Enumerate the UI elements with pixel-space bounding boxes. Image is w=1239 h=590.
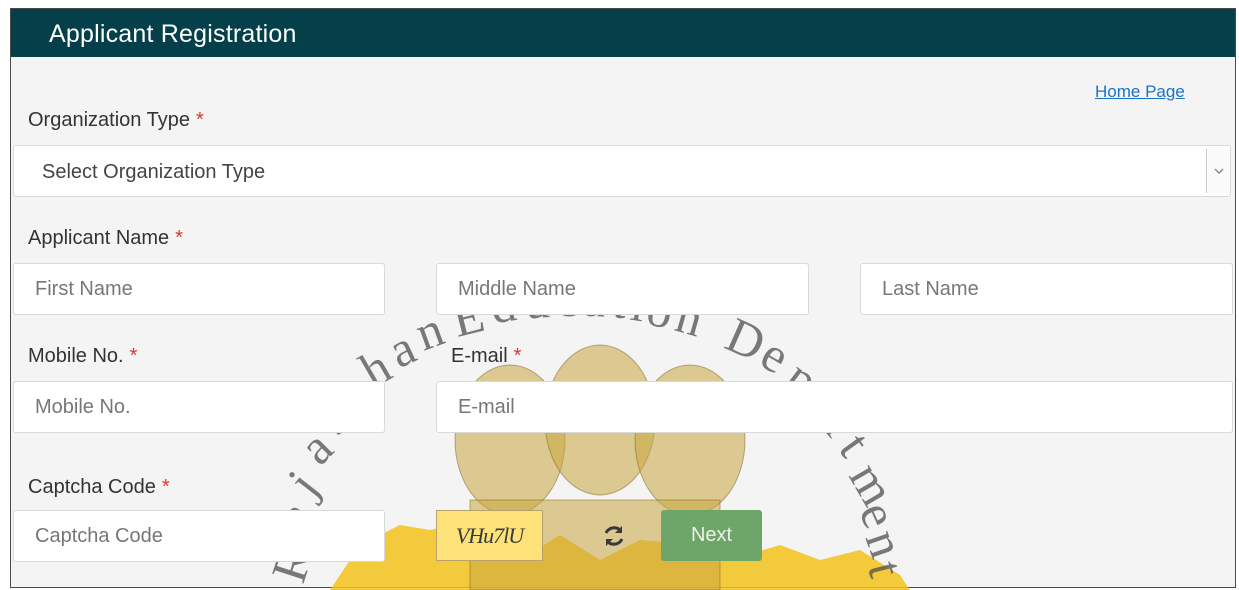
email-input[interactable]	[436, 381, 1233, 433]
middle-name-input[interactable]	[436, 263, 809, 315]
organization-type-select[interactable]: Select Organization Type	[13, 145, 1231, 197]
refresh-icon[interactable]	[601, 523, 627, 549]
first-name-input[interactable]	[13, 263, 385, 315]
required-marker: *	[195, 109, 204, 131]
applicant-name-label-text: Applicant Name	[28, 227, 170, 249]
page-title: Applicant Registration	[11, 9, 1235, 57]
applicant-name-label: Applicant Name *	[28, 227, 183, 250]
organization-type-label: Organization Type *	[28, 109, 204, 132]
mobile-input[interactable]	[13, 381, 385, 433]
home-page-link[interactable]: Home Page	[1095, 82, 1185, 102]
captcha-input[interactable]	[13, 510, 385, 562]
required-marker: *	[513, 345, 522, 367]
mobile-label-text: Mobile No.	[28, 345, 124, 367]
email-label: E-mail *	[451, 345, 521, 368]
mobile-label: Mobile No. *	[28, 345, 137, 368]
chevron-down-icon	[1206, 149, 1230, 193]
organization-type-label-text: Organization Type	[28, 109, 190, 131]
captcha-label: Captcha Code *	[28, 476, 170, 499]
organization-type-selected: Select Organization Type	[42, 161, 266, 183]
captcha-image: VHu7lU	[436, 510, 543, 561]
last-name-input[interactable]	[860, 263, 1233, 315]
email-label-text: E-mail	[451, 345, 508, 367]
required-marker: *	[161, 476, 170, 498]
required-marker: *	[175, 227, 183, 249]
required-marker: *	[129, 345, 138, 367]
next-button[interactable]: Next	[661, 510, 762, 561]
captcha-label-text: Captcha Code	[28, 476, 156, 498]
